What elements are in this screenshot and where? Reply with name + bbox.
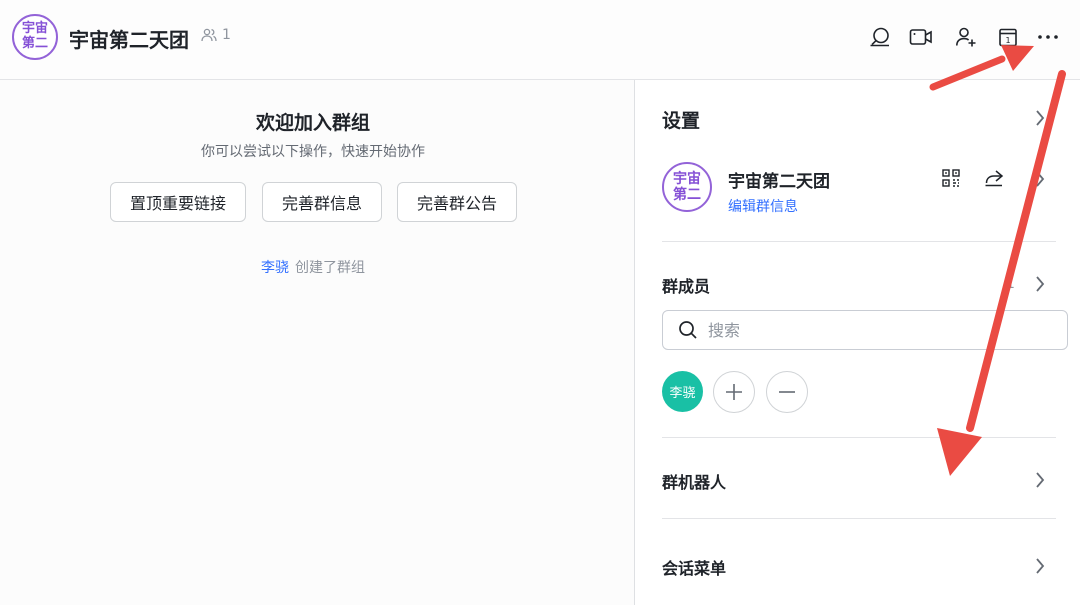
calendar-icon[interactable]: 1 [995,24,1021,50]
settings-avatar-text-line2: 第二 [673,187,701,203]
member-avatar[interactable]: 李骁 [662,371,703,412]
complete-group-info-button[interactable]: 完善群信息 [262,182,382,222]
more-icon[interactable] [1035,24,1061,50]
settings-panel: 设置 宇宙 第二 宇宙第二天团 编辑群信息 群成员 1 搜索 李骁 群机器人 会… [634,80,1080,605]
welcome-subtitle: 你可以尝试以下操作，快速开始协作 [201,144,425,160]
creator-name-link[interactable]: 李骁 [261,260,289,276]
divider [662,437,1056,438]
app-window: 宇宙 第二 宇宙第二天团 1 1 欢迎加入群组 你可以尝试以下操作，快速开始协作… [0,0,1080,605]
created-text: 创建了群组 [295,260,365,276]
settings-avatar-text-line1: 宇宙 [673,170,701,187]
minus-icon [779,391,795,393]
divider [662,518,1056,519]
edit-group-info-link[interactable]: 编辑群信息 [728,196,798,216]
remove-member-button[interactable] [766,371,808,413]
plus-icon [726,384,742,400]
member-search-input[interactable] [708,320,1028,340]
svg-text:1: 1 [1005,36,1010,45]
complete-announcement-button[interactable]: 完善群公告 [397,182,517,222]
conversation-menu-label: 会话菜单 [662,559,727,578]
settings-group-avatar[interactable]: 宇宙 第二 [662,162,712,212]
menu-chevron-right-icon [1034,556,1046,576]
group-bots-label: 群机器人 [662,473,727,492]
chat-pane: 欢迎加入群组 你可以尝试以下操作，快速开始协作 置顶重要链接 完善群信息 完善群… [0,80,634,605]
group-avatar-text-line1: 宇宙 [21,21,48,37]
qr-code-icon[interactable] [940,167,962,189]
divider [662,241,1056,242]
search-chat-icon[interactable] [867,24,893,50]
video-call-icon[interactable] [908,24,934,50]
bots-chevron-right-icon [1034,470,1046,490]
member-count-indicator[interactable]: 1 [201,27,231,43]
member-search-box[interactable] [662,310,1068,350]
group-info-chevron-right-icon[interactable] [1034,169,1046,189]
welcome-title: 欢迎加入群组 [255,112,370,134]
chat-title[interactable]: 宇宙第二天团 [69,24,189,53]
chat-header: 宇宙 第二 宇宙第二天团 1 1 [0,0,1080,80]
group-avatar-text-line2: 第二 [21,36,48,51]
add-member-button[interactable] [713,371,755,413]
members-icon [201,28,217,42]
group-avatar[interactable]: 宇宙 第二 [12,14,58,60]
members-count: 1 [1006,276,1015,292]
member-count: 1 [222,27,231,43]
group-created-notice: 李骁 创建了群组 [0,257,626,277]
pin-links-button[interactable]: 置顶重要链接 [110,182,246,222]
search-icon [679,321,697,339]
add-member-icon[interactable] [953,24,979,50]
settings-group-name: 宇宙第二天团 [728,172,830,192]
share-icon[interactable] [983,167,1005,189]
members-label[interactable]: 群成员 [662,273,710,297]
settings-chevron-right-icon[interactable] [1034,108,1046,128]
members-chevron-right-icon[interactable] [1034,274,1046,294]
settings-title: 设置 [662,110,701,132]
